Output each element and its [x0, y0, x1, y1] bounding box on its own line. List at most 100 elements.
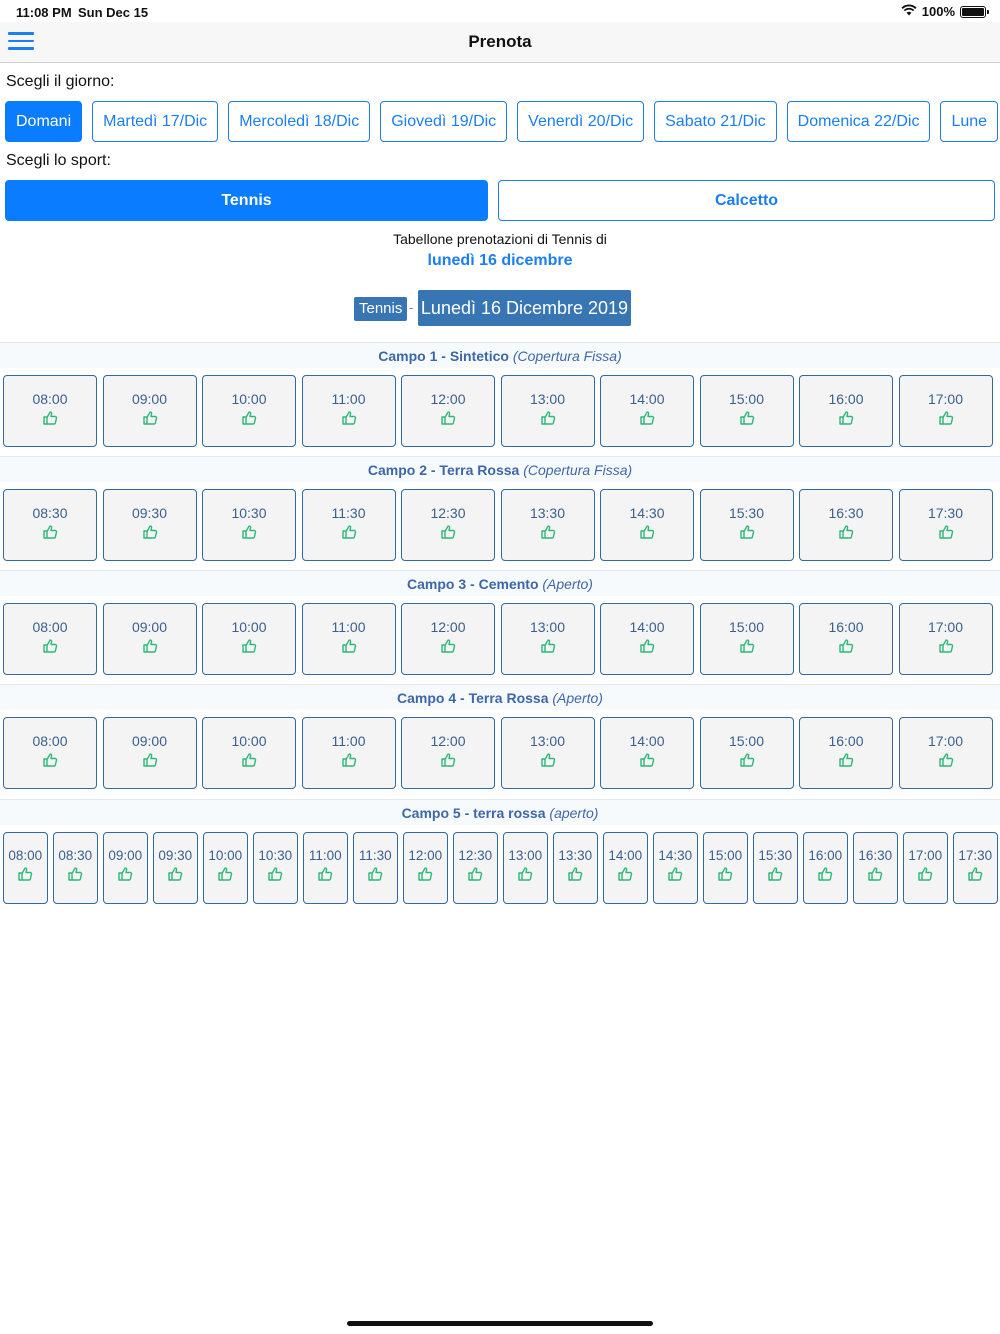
time-slot-button[interactable]: 13:00 [500, 717, 595, 789]
day-chip[interactable]: Martedì 17/Dic [92, 101, 219, 142]
time-slot-button[interactable]: 13:30 [500, 489, 595, 561]
day-chip[interactable]: Domani [5, 101, 83, 142]
time-slot-button[interactable]: 10:00 [203, 832, 248, 904]
time-slot-button[interactable]: 08:00 [3, 603, 97, 675]
time-slot-button[interactable]: 17:00 [898, 717, 993, 789]
time-slot-button[interactable]: 12:00 [403, 832, 448, 904]
time-slot-button[interactable]: 09:00 [103, 832, 148, 904]
time-slot-button[interactable]: 13:00 [500, 603, 595, 675]
time-slot-button[interactable]: 08:30 [53, 832, 98, 904]
time-slot-button[interactable]: 13:00 [503, 832, 548, 904]
slot-time: 10:00 [208, 848, 243, 863]
slot-time: 10:00 [231, 733, 267, 749]
time-slot-button[interactable]: 12:30 [401, 489, 495, 561]
time-slot-button[interactable]: 17:00 [898, 375, 993, 447]
time-slot-button[interactable]: 08:30 [3, 489, 97, 561]
time-slot-button[interactable]: 14:30 [653, 832, 698, 904]
time-slot-button[interactable]: 17:00 [898, 603, 993, 675]
day-chip[interactable]: Giovedì 19/Dic [380, 101, 508, 142]
time-slot-button[interactable]: 15:00 [699, 717, 794, 789]
time-slot-button[interactable]: 15:00 [703, 832, 748, 904]
thumbs-up-icon [517, 866, 533, 887]
slot-time: 08:00 [32, 619, 68, 635]
slot-time: 08:30 [58, 848, 93, 863]
slot-row: 08:00 08:30 09:00 09:30 10:00 10:30 11:00 11:30… [3, 832, 1000, 906]
thumbs-up-icon [142, 524, 158, 545]
court-name: Campo 5 - terra rossa [401, 805, 546, 821]
time-slot-button[interactable]: 11:30 [301, 489, 396, 561]
time-slot-button[interactable]: 12:00 [401, 717, 495, 789]
slot-time: 14:00 [629, 391, 665, 407]
time-slot-button[interactable]: 11:00 [301, 717, 396, 789]
time-slot-button[interactable]: 13:00 [500, 375, 595, 447]
thumbs-up-icon [717, 866, 733, 887]
time-slot-button[interactable]: 15:30 [699, 489, 794, 561]
thumbs-up-icon [167, 866, 183, 887]
slot-time: 12:30 [430, 505, 466, 521]
thumbs-up-icon [267, 866, 283, 887]
slot-time: 17:00 [927, 391, 964, 407]
slot-time: 17:30 [927, 505, 964, 521]
day-chip[interactable]: Lune [940, 101, 999, 142]
slot-time: 10:00 [231, 619, 267, 635]
time-slot-button[interactable]: 11:30 [353, 832, 398, 904]
time-slot-button[interactable]: 17:00 [903, 832, 948, 904]
time-slot-button[interactable]: 09:00 [102, 603, 197, 675]
time-slot-button[interactable]: 14:00 [603, 832, 648, 904]
time-slot-button[interactable]: 10:00 [202, 603, 296, 675]
time-slot-button[interactable]: 14:00 [600, 375, 694, 447]
slot-time: 09:30 [158, 848, 193, 863]
court-name: Campo 1 - Sintetico [378, 348, 509, 364]
time-slot-button[interactable]: 12:30 [453, 832, 498, 904]
time-slot-button[interactable]: 11:00 [301, 375, 396, 447]
time-slot-button[interactable]: 12:00 [401, 603, 495, 675]
time-slot-button[interactable]: 15:00 [699, 375, 794, 447]
time-slot-button[interactable]: 14:00 [600, 717, 694, 789]
time-slot-button[interactable]: 17:30 [953, 832, 998, 904]
thumbs-up-icon [867, 866, 883, 887]
sport-button-calcetto[interactable]: Calcetto [498, 180, 995, 221]
slot-time: 15:30 [758, 848, 793, 863]
slot-time: 08:00 [32, 733, 68, 749]
time-slot-button[interactable]: 08:00 [3, 717, 97, 789]
time-slot-button[interactable]: 14:00 [600, 603, 694, 675]
time-slot-button[interactable]: 14:30 [600, 489, 694, 561]
day-chip[interactable]: Mercoledì 18/Dic [228, 101, 371, 142]
time-slot-button[interactable]: 13:30 [553, 832, 598, 904]
time-slot-button[interactable]: 16:00 [799, 717, 893, 789]
time-slot-button[interactable]: 11:00 [303, 832, 348, 904]
time-slot-button[interactable]: 15:30 [753, 832, 798, 904]
time-slot-button[interactable]: 10:00 [202, 375, 296, 447]
time-slot-button[interactable]: 12:00 [401, 375, 495, 447]
thumbs-up-icon [540, 410, 556, 431]
day-chip[interactable]: Domenica 22/Dic [786, 101, 931, 142]
time-slot-button[interactable]: 17:30 [898, 489, 993, 561]
thumbs-up-icon [67, 866, 83, 887]
day-chip[interactable]: Venerdì 20/Dic [517, 101, 645, 142]
time-slot-button[interactable]: 09:00 [102, 375, 197, 447]
time-slot-button[interactable]: 09:30 [102, 489, 197, 561]
time-slot-button[interactable]: 16:30 [853, 832, 898, 904]
time-slot-button[interactable]: 16:00 [799, 603, 893, 675]
thumbs-up-icon [667, 866, 683, 887]
time-slot-button[interactable]: 16:30 [799, 489, 893, 561]
time-slot-button[interactable]: 16:00 [803, 832, 848, 904]
time-slot-button[interactable]: 08:00 [3, 832, 48, 904]
time-slot-button[interactable]: 09:30 [153, 832, 198, 904]
day-chip[interactable]: Sabato 21/Dic [654, 101, 777, 142]
slot-time: 12:30 [458, 848, 493, 863]
time-slot-button[interactable]: 10:30 [253, 832, 298, 904]
time-slot-button[interactable]: 10:00 [202, 717, 296, 789]
status-time: 11:08 PM [16, 5, 72, 20]
time-slot-button[interactable]: 16:00 [799, 375, 893, 447]
time-slot-button[interactable]: 15:00 [699, 603, 794, 675]
time-slot-button[interactable]: 09:00 [102, 717, 197, 789]
time-slot-button[interactable]: 08:00 [3, 375, 97, 447]
thumbs-up-icon [42, 638, 58, 659]
time-slot-button[interactable]: 10:30 [202, 489, 296, 561]
date-tag: Lunedì 16 Dicembre 2019 [418, 290, 631, 326]
sport-button-tennis[interactable]: Tennis [5, 180, 488, 221]
battery-icon [960, 5, 989, 18]
time-slot-button[interactable]: 11:00 [301, 603, 396, 675]
slot-time: 09:00 [108, 848, 143, 863]
